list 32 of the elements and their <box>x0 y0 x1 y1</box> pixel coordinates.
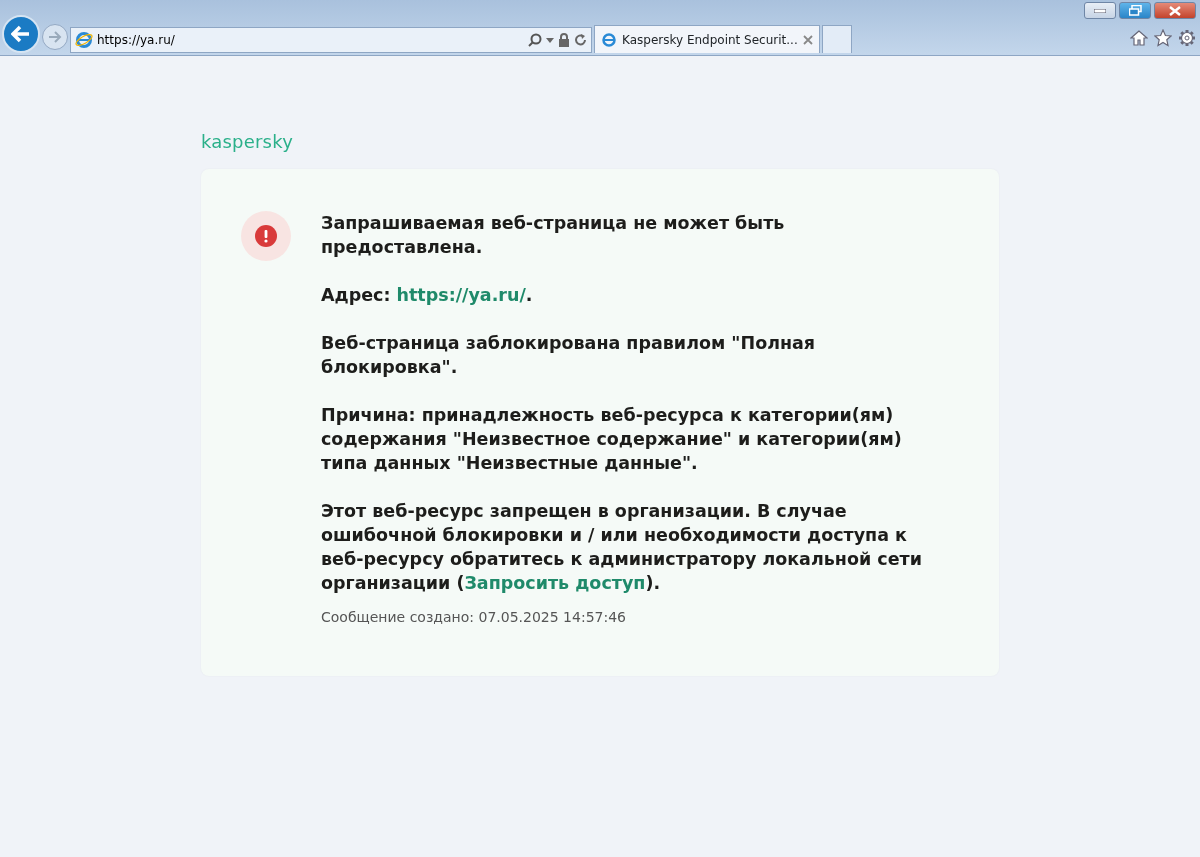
message-paragraph: Этот веб-ресурс запрещен в организации. В случае ошибочной блокировки и / или необходимости доступа к веб-ресурсу обратитесь к администратору локальной сети организации (Запросить доступ). <box>321 500 923 595</box>
refresh-icon[interactable] <box>574 33 587 47</box>
browser-logo-icon <box>601 31 617 48</box>
back-button[interactable] <box>2 15 40 53</box>
message-paragraph: Причина: принадлежность веб-ресурса к категории(ям) содержания "Неизвестное содержание" и категории(ям) типа данных "Неизвестные данные". <box>321 404 903 475</box>
browser-tab[interactable]: Kaspersky Endpoint Securit... <box>594 25 820 53</box>
back-arrow-icon <box>11 25 31 43</box>
caret-icon[interactable] <box>546 37 554 43</box>
restore-button[interactable] <box>1119 2 1151 19</box>
url-field[interactable]: https://ya.ru/ <box>97 31 524 49</box>
restore-icon <box>1128 5 1142 16</box>
settings-icon[interactable] <box>1178 29 1196 47</box>
message-paragraph: Запрашиваемая веб-страница не может быть предоставлена. <box>321 212 786 259</box>
message-paragraph: Адрес: https://ya.ru/. <box>321 284 534 307</box>
star-icon[interactable] <box>1154 29 1172 47</box>
lock-icon[interactable] <box>558 33 570 47</box>
link[interactable]: https://ya.ru/ <box>396 285 526 305</box>
minimize-icon <box>1094 8 1106 13</box>
forward-arrow-icon <box>48 31 62 43</box>
message-paragraph: Веб-страница заблокирована правилом "Полная блокировка". <box>321 332 817 379</box>
browser-logo-icon <box>75 31 93 49</box>
error-icon <box>241 211 291 261</box>
home-icon[interactable] <box>1130 29 1148 47</box>
link[interactable]: Запросить доступ <box>464 573 646 593</box>
minimize-button[interactable] <box>1084 2 1116 19</box>
search-icon[interactable] <box>528 33 542 47</box>
close-icon <box>1169 5 1181 16</box>
address-bar[interactable]: https://ya.ru/ <box>70 27 592 53</box>
close-button[interactable] <box>1154 2 1196 19</box>
timestamp-text: Сообщение создано: 07.05.2025 14:57:46 <box>321 608 627 627</box>
close-icon[interactable] <box>802 34 813 45</box>
kaspersky-logo: kaspersky <box>201 130 294 154</box>
